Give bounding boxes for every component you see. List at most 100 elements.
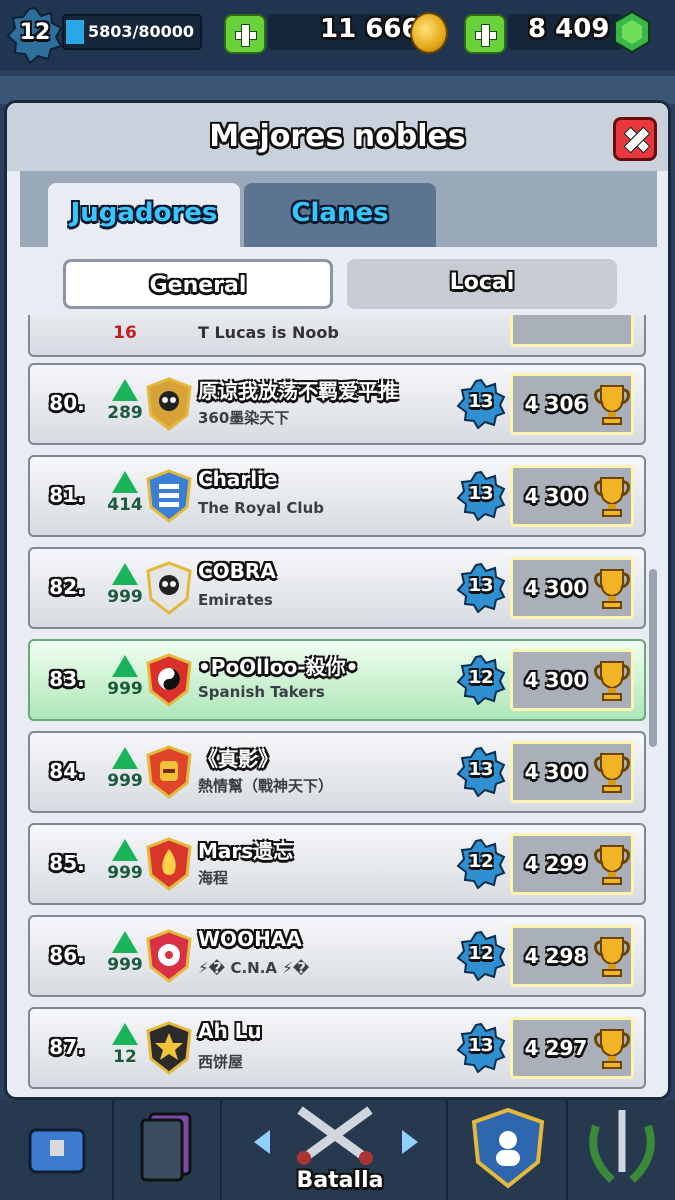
player-name: 《真影》: [198, 747, 278, 771]
list-item[interactable]: 81. 414 Charlie The Royal Club 13 4 300: [28, 455, 646, 537]
rank-number: 81.: [49, 483, 85, 507]
close-button[interactable]: [613, 117, 657, 161]
battle-label: Batalla: [296, 1168, 384, 1193]
player-level: 13: [468, 483, 494, 504]
clan-shield-icon: [146, 561, 192, 615]
nav-cards[interactable]: [114, 1100, 222, 1200]
rank-up-arrow-icon: [112, 839, 138, 861]
rank-up-arrow-icon: [112, 563, 138, 585]
chevron-left-icon[interactable]: [254, 1130, 270, 1154]
gold-coin-icon: [410, 12, 448, 54]
trophy-icon: [594, 661, 630, 701]
player-name: Mars遗忘: [198, 839, 294, 863]
tab-players-label: Jugadores: [70, 198, 218, 228]
rank-number: 83.: [49, 667, 85, 691]
player-level: 13: [468, 759, 494, 780]
rank-up-arrow-icon: [112, 747, 138, 769]
rank-change: 16: [113, 323, 137, 343]
trophy-box: 4 299: [510, 833, 634, 895]
nav-social[interactable]: [448, 1100, 568, 1200]
rank-change: 999: [107, 955, 143, 975]
trophy-box: 4 297: [510, 1017, 634, 1079]
clan-shield-icon: [146, 653, 192, 707]
tab-clans-label: Clanes: [291, 198, 389, 228]
trophy-count: 4 299: [524, 852, 588, 876]
trophy-count: 4 300: [524, 760, 588, 784]
player-level: 13: [468, 575, 494, 596]
level-badge[interactable]: 12: [6, 6, 64, 64]
player-level: 12: [468, 943, 494, 964]
trophy-count: 4 298: [524, 944, 588, 968]
chest-icon: [28, 1128, 86, 1174]
player-name: 原谅我放荡不羁爱平推: [198, 379, 398, 403]
trophy-icon: [594, 845, 630, 885]
player-name: Ah Lu: [198, 1019, 262, 1043]
nav-events[interactable]: [568, 1100, 675, 1200]
rank-number: 85.: [49, 851, 85, 875]
scrollbar[interactable]: [649, 569, 657, 747]
clan-name: 西饼屋: [198, 1053, 244, 1071]
xp-fill: [66, 20, 84, 44]
laurel-sword-icon: [589, 1110, 655, 1183]
clan-name: 360墨染天下: [198, 409, 290, 427]
clan-name: Spanish Takers: [198, 683, 325, 701]
clan-name: The Royal Club: [198, 499, 324, 517]
list-item[interactable]: 82. 999 COBRA Emirates 13 4 300: [28, 547, 646, 629]
rank-change: 999: [107, 587, 143, 607]
trophy-count: 4 300: [524, 484, 588, 508]
list-item[interactable]: 85. 999 Mars遗忘 海程 12 4 299: [28, 823, 646, 905]
rank-up-arrow-icon: [112, 1023, 138, 1045]
cards-icon: [140, 1112, 192, 1182]
chevron-right-icon[interactable]: [402, 1130, 418, 1154]
clan-shield-icon: [146, 929, 192, 983]
trophy-box: 4 300: [510, 649, 634, 711]
rank-change: 414: [107, 495, 143, 515]
rank-number: 82.: [49, 575, 85, 599]
trophy-icon: [594, 477, 630, 517]
social-icon: [471, 1107, 545, 1189]
level-number: 12: [19, 20, 51, 45]
rank-up-arrow-icon: [112, 379, 138, 401]
player-level: 13: [468, 1035, 494, 1056]
player-name: COBRA: [198, 559, 276, 583]
gem-icon: [614, 10, 650, 54]
clan-shield-icon: [146, 1021, 192, 1075]
trophy-box: 4 300: [510, 465, 634, 527]
list-item[interactable]: 86. 999 WOOHAA ⚡� C.N.A ⚡� 12 4 298: [28, 915, 646, 997]
xp-bar: 5803/80000: [62, 14, 202, 50]
clan-name: Emirates: [198, 591, 273, 609]
buy-gems-button[interactable]: [464, 14, 506, 54]
rank-up-arrow-icon: [112, 471, 138, 493]
status-bar: 12 5803/80000 11 666 8 409: [0, 0, 675, 70]
list-item[interactable]: 80. 289 原谅我放荡不羁爱平推 360墨染天下 13 4 306: [28, 363, 646, 445]
clan-shield-icon: [146, 745, 192, 799]
player-name: Charlie: [198, 467, 278, 491]
list-item-current-player[interactable]: 83. 999 •PoOlloo-殺你• Spanish Takers 12 4 300: [28, 639, 646, 721]
player-name: T Lucas is Noob: [198, 323, 339, 342]
rank-change: 999: [107, 679, 143, 699]
list-item[interactable]: 84. 999 《真影》 熱情幫（戰神天下） 13 4 300: [28, 731, 646, 813]
trophy-box: [510, 315, 634, 347]
rank-up-arrow-icon: [112, 655, 138, 677]
xp-text: 5803/80000: [88, 22, 195, 41]
trophy-count: 4 300: [524, 576, 588, 600]
rank-number: 80.: [49, 391, 85, 415]
clan-shield-icon: [146, 837, 192, 891]
list-item[interactable]: 16 T Lucas is Noob: [28, 315, 646, 357]
clan-shield-icon: [146, 377, 192, 431]
list-item[interactable]: 87. 12 Ah Lu 西饼屋 13 4 297: [28, 1007, 646, 1089]
tab-clans[interactable]: Clanes: [244, 183, 436, 247]
trophy-icon: [594, 937, 630, 977]
subtab-local[interactable]: Local: [347, 259, 617, 309]
trophy-box: 4 298: [510, 925, 634, 987]
player-level: 12: [468, 851, 494, 872]
nav-shop[interactable]: [0, 1100, 114, 1200]
tab-players[interactable]: Jugadores: [48, 183, 240, 247]
player-name: •PoOlloo-殺你•: [198, 655, 359, 679]
player-level: 12: [468, 667, 494, 688]
rank-number: 87.: [49, 1035, 85, 1059]
buy-gold-button[interactable]: [224, 14, 266, 54]
subtab-general[interactable]: General: [63, 259, 333, 309]
gold-amount: 11 666: [320, 14, 420, 44]
leaderboard-list[interactable]: 16 T Lucas is Noob 80. 289 原谅我放荡不羁爱平推 360墨染…: [20, 315, 657, 1093]
